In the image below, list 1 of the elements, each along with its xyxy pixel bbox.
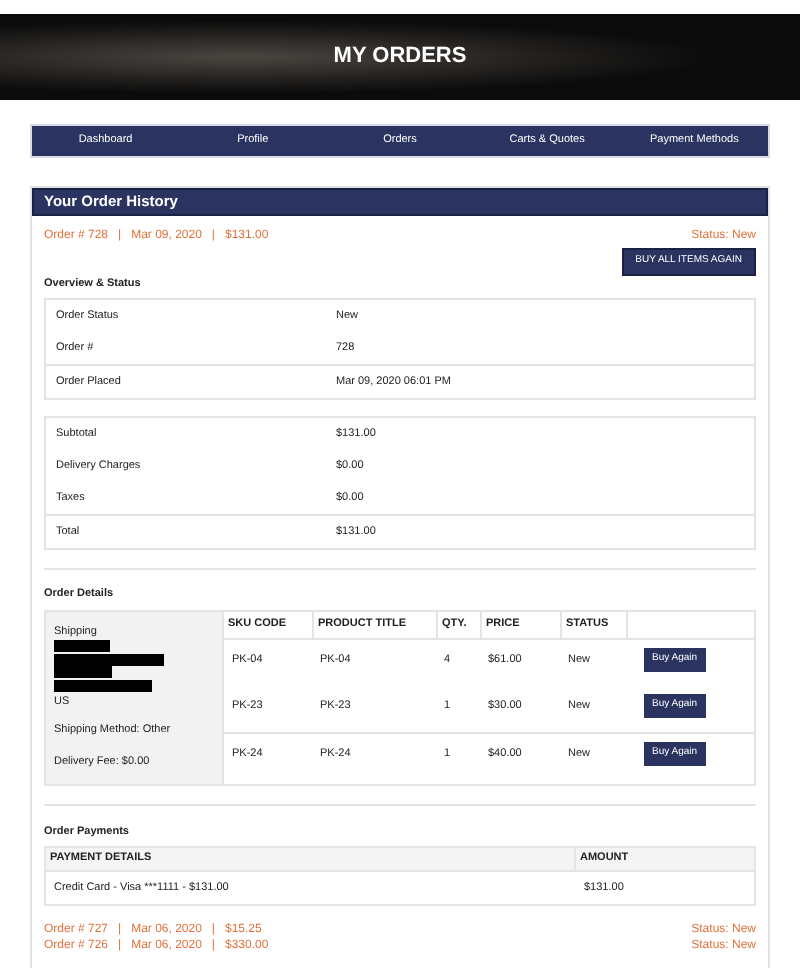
- page-title: MY ORDERS: [333, 42, 467, 73]
